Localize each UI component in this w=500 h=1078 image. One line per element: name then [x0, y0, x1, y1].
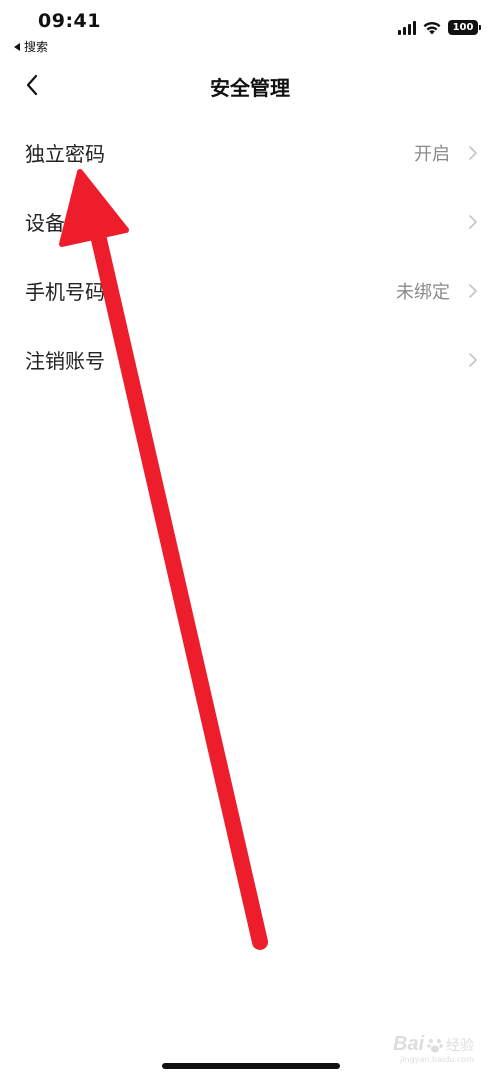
page-title: 安全管理 [210, 76, 290, 100]
watermark-logo: Bai 经验 jingyan.baidu.com [392, 1033, 474, 1064]
chevron-right-icon [469, 146, 477, 160]
list-item-label: 手机号码 [25, 280, 105, 304]
screen: 09:41 搜索 100 安全管理 独立密码 开启 设备管理 手机号码 未绑定 … [0, 0, 500, 1078]
watermark-brand: Bai [392, 1033, 424, 1055]
status-bar: 09:41 搜索 100 [0, 0, 500, 60]
chevron-right-icon [469, 284, 477, 298]
list-item-label: 独立密码 [25, 142, 105, 166]
battery-icon: 100 [448, 20, 481, 35]
list-item-independent-password[interactable]: 独立密码 开启 [0, 118, 500, 187]
home-indicator[interactable] [162, 1063, 340, 1069]
watermark-site: jingyan.baidu.com [400, 1055, 474, 1064]
chevron-right-icon [469, 353, 477, 367]
back-triangle-icon [14, 42, 20, 51]
settings-list: 独立密码 开启 设备管理 手机号码 未绑定 注销账号 [0, 118, 500, 394]
watermark-suffix: 经验 [446, 1037, 474, 1054]
nav-bar: 安全管理 [0, 60, 500, 110]
back-to-app-link[interactable]: 搜索 [14, 38, 48, 55]
list-item-phone-number[interactable]: 手机号码 未绑定 [0, 256, 500, 325]
list-item-cancel-account[interactable]: 注销账号 [0, 325, 500, 394]
cellular-signal-icon [398, 20, 416, 35]
list-item-label: 设备管理 [25, 211, 105, 235]
status-time: 09:41 [38, 10, 101, 32]
wifi-icon [422, 20, 442, 35]
paw-icon [427, 1038, 443, 1052]
list-item-label: 注销账号 [25, 349, 105, 373]
list-item-value: 未绑定 [396, 281, 450, 303]
chevron-right-icon [469, 215, 477, 229]
status-indicators: 100 [398, 20, 481, 35]
list-item-device-management[interactable]: 设备管理 [0, 187, 500, 256]
back-to-app-label: 搜索 [24, 40, 49, 54]
list-item-value: 开启 [414, 143, 450, 165]
